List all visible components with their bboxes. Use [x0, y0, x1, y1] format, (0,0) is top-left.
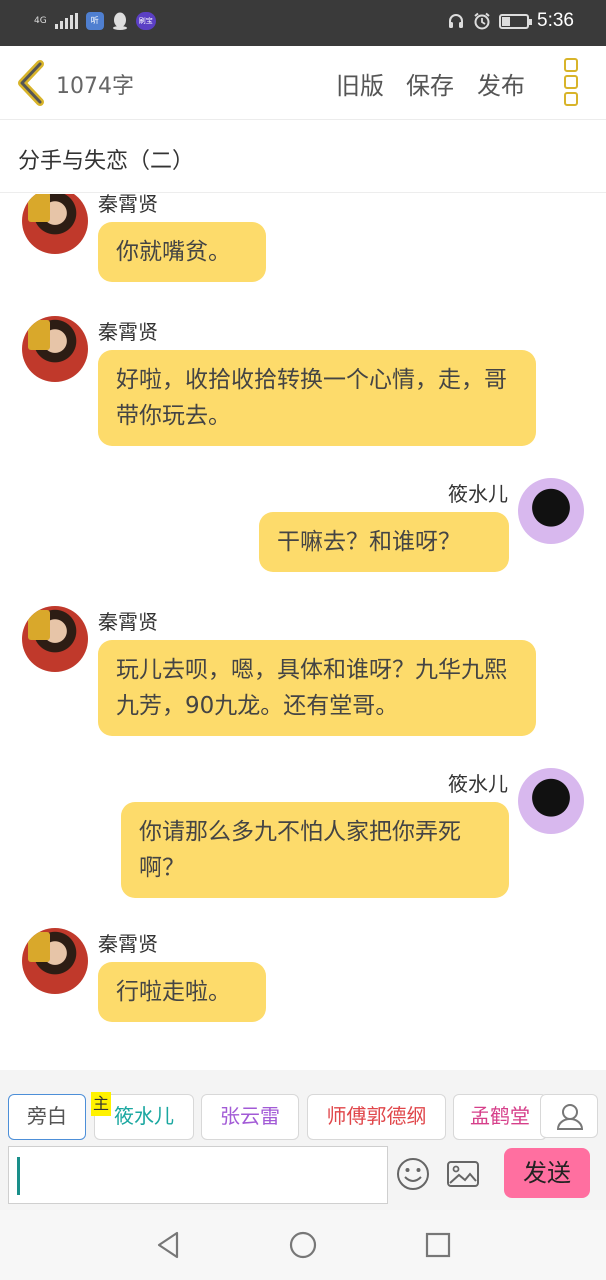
send-button[interactable]: 发送 — [504, 1148, 590, 1198]
app-notification-icon: 听 — [85, 12, 104, 30]
role-narrator-button[interactable]: 旁白 — [8, 1094, 86, 1140]
headphones-icon — [449, 14, 464, 28]
publish-button[interactable]: 发布 — [477, 66, 525, 101]
network-type-label: 4G — [34, 15, 47, 26]
avatar[interactable] — [22, 928, 88, 994]
message-bubble[interactable]: 行啦走啦。 — [98, 962, 266, 1022]
role-label: 旁白 — [27, 1104, 67, 1128]
status-bar: 4G 听 刷宝 5:36 — [0, 0, 606, 46]
chat-area[interactable]: 秦霄贤 你就嘴贫。 秦霄贤 好啦，收拾收拾转换一个心情，走，哥带你玩去。 筱水儿… — [0, 194, 606, 1070]
back-chevron-icon[interactable] — [14, 60, 50, 106]
message-bubble[interactable]: 好啦，收拾收拾转换一个心情，走，哥带你玩去。 — [98, 350, 536, 446]
sender-name: 秦霄贤 — [98, 194, 158, 216]
avatar[interactable] — [518, 768, 584, 834]
message-bubble[interactable]: 玩儿去呗，嗯，具体和谁呀？九华九熙九芳，90九龙。还有堂哥。 — [98, 640, 536, 736]
avatar[interactable] — [22, 194, 88, 254]
message-bubble[interactable]: 你就嘴贫。 — [98, 222, 266, 282]
word-count: 1074字 — [56, 74, 134, 99]
composer-panel: 旁白 筱水儿 主 张云雷 师傅郭德纲 孟鹤堂 发送 — [0, 1070, 606, 1210]
role-guodegang-button[interactable]: 师傅郭德纲 — [307, 1094, 446, 1140]
shuabao-notification-icon: 刷宝 — [135, 12, 156, 30]
system-nav-bar — [0, 1210, 606, 1280]
nav-recent-icon[interactable] — [424, 1230, 452, 1260]
more-menu-icon[interactable] — [564, 58, 580, 106]
sender-name: 秦霄贤 — [98, 610, 158, 634]
nav-back-icon[interactable] — [154, 1230, 182, 1260]
nav-home-icon[interactable] — [288, 1230, 318, 1260]
battery-icon — [499, 13, 533, 29]
story-title: 分手与失恋（二） — [18, 149, 195, 174]
message-input[interactable] — [8, 1146, 388, 1204]
sender-name: 筱水儿 — [448, 482, 508, 506]
role-label: 筱水儿 — [114, 1104, 174, 1128]
message-bubble[interactable]: 干嘛去？和谁呀？ — [259, 512, 509, 572]
avatar[interactable] — [22, 606, 88, 672]
main-role-tag: 主 — [91, 1092, 111, 1116]
save-button[interactable]: 保存 — [406, 66, 454, 101]
role-label: 师傅郭德纲 — [326, 1104, 427, 1128]
sender-name: 秦霄贤 — [98, 932, 158, 956]
avatar[interactable] — [518, 478, 584, 544]
image-icon[interactable] — [445, 1156, 481, 1192]
message-bubble[interactable]: 你请那么多九不怕人家把你弄死啊？ — [121, 802, 509, 898]
role-menghetang-button[interactable]: 孟鹤堂 — [453, 1094, 547, 1140]
emoji-icon[interactable] — [395, 1156, 431, 1192]
role-zhangyunlei-button[interactable]: 张云雷 — [201, 1094, 299, 1140]
text-cursor — [17, 1157, 20, 1195]
sender-name: 秦霄贤 — [98, 320, 158, 344]
qq-penguin-icon — [112, 12, 127, 30]
story-title-bar[interactable]: 分手与失恋（二） — [0, 121, 606, 193]
role-label: 孟鹤堂 — [470, 1104, 530, 1128]
user-icon[interactable] — [540, 1094, 598, 1138]
old-version-button[interactable]: 旧版 — [336, 66, 384, 101]
editor-header: 1074字 旧版 保存 发布 — [0, 46, 606, 120]
status-time: 5:36 — [537, 10, 574, 31]
sender-name: 筱水儿 — [448, 772, 508, 796]
role-label: 张云雷 — [220, 1104, 280, 1128]
alarm-icon — [474, 12, 490, 30]
avatar[interactable] — [22, 316, 88, 382]
signal-icon — [54, 13, 78, 29]
